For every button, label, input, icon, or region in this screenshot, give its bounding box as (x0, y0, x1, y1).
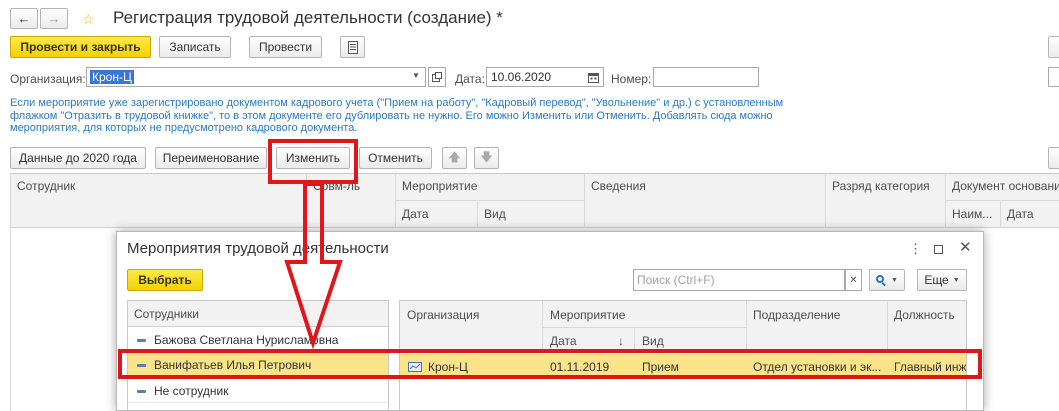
annotation-arrow-icon (284, 182, 343, 350)
